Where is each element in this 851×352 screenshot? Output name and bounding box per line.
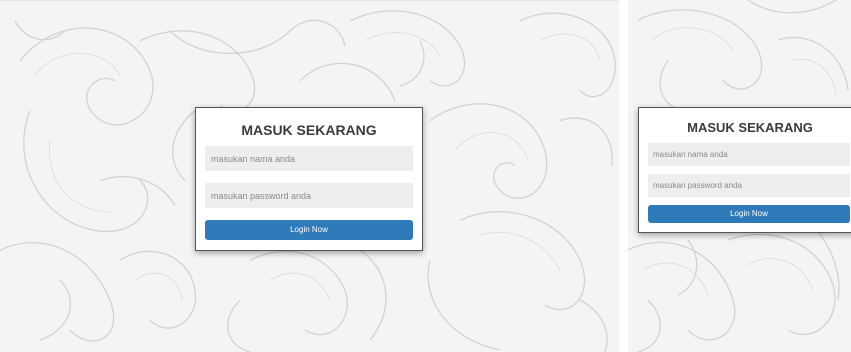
username-input[interactable] <box>205 146 413 171</box>
screenshot-stage: MASUK SEKARANG Login Now <box>0 0 851 352</box>
username-input[interactable] <box>648 143 850 166</box>
login-page-desktop: MASUK SEKARANG Login Now <box>0 0 619 352</box>
login-title: MASUK SEKARANG <box>241 122 377 138</box>
login-button[interactable]: Login Now <box>205 220 413 240</box>
login-page-mobile: MASUK SEKARANG Login Now <box>628 0 851 352</box>
login-button[interactable]: Login Now <box>648 205 850 223</box>
login-title: MASUK SEKARANG <box>687 120 813 135</box>
login-card: MASUK SEKARANG Login Now <box>638 107 851 233</box>
password-input[interactable] <box>648 174 850 197</box>
password-input[interactable] <box>205 183 413 208</box>
login-card: MASUK SEKARANG Login Now <box>195 107 423 251</box>
